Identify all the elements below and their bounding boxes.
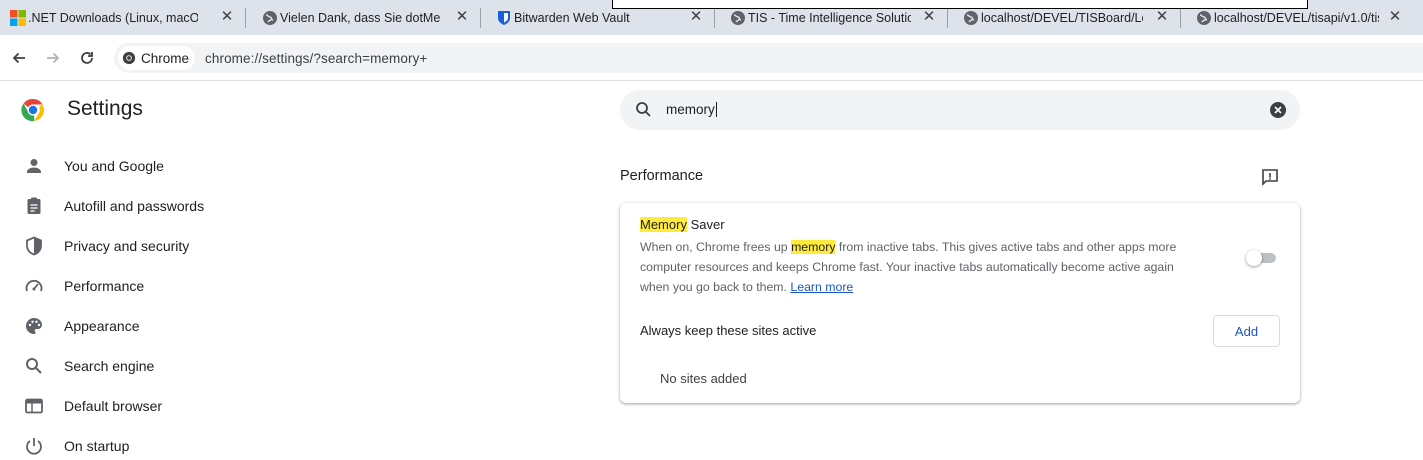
tab-strip: .NET Downloads (Linux, macOS ✕ Vielen Da… [0,0,1423,35]
power-icon [26,438,42,455]
sidebar-item-label: Performance [64,278,145,294]
search-input[interactable]: memory [666,102,717,117]
tab-dotmemory-thanks[interactable]: Vielen Dank, dass Sie dotMemo ✕ [252,0,481,35]
close-icon[interactable]: ✕ [1154,9,1170,25]
tab-title: localhost/DEVEL/tisapi/v1.0/tis [1214,10,1379,25]
search-highlight: memory [791,240,836,254]
window-overlay-edge [612,0,1308,9]
tab-separator [947,8,948,28]
memory-saver-title: Memory Saver [640,217,725,232]
toggle-knob [1246,250,1262,266]
sidebar-item-privacy[interactable]: Privacy and security [0,226,300,266]
globe-icon [1196,10,1212,26]
sidebar-item-appearance[interactable]: Appearance [0,306,300,346]
close-icon[interactable]: ✕ [454,9,470,25]
sidebar-item-label: Autofill and passwords [64,198,205,214]
learn-more-link[interactable]: Learn more [790,280,853,294]
tab-separator [1180,8,1181,28]
add-site-button[interactable]: Add [1213,315,1280,347]
browser-icon [25,398,43,414]
sidebar-item-on-startup[interactable]: On startup [0,426,300,460]
forward-button[interactable] [41,46,65,70]
search-highlight: Memory [640,217,687,232]
tab-title: .NET Downloads (Linux, macOS [28,10,198,25]
bitwarden-icon [496,10,512,26]
globe-icon [963,10,979,26]
chrome-logo-icon [21,98,45,122]
performance-card: Memory Saver When on, Chrome frees up me… [620,203,1300,403]
sidebar-item-performance[interactable]: Performance [0,266,300,306]
tab-title: Bitwarden Web Vault [514,10,630,25]
globe-icon [730,10,746,26]
sidebar-item-label: You and Google [64,158,164,174]
close-icon[interactable]: ✕ [921,9,937,25]
person-icon [27,159,41,173]
sidebar-item-search-engine[interactable]: Search engine [0,346,300,386]
page-title: Settings [67,97,143,120]
settings-search-field[interactable]: memory [620,90,1300,130]
feedback-icon[interactable] [1260,167,1280,187]
search-icon [636,102,651,117]
keep-sites-active-label: Always keep these sites active [640,323,817,338]
close-icon[interactable]: ✕ [219,9,235,25]
memory-saver-toggle[interactable] [1246,250,1278,266]
close-icon[interactable]: ✕ [688,9,704,25]
section-title-performance: Performance [620,168,704,184]
chrome-page-chip[interactable]: Chrome [118,46,196,70]
sidebar-item-label: Appearance [64,318,140,334]
palette-icon [26,318,42,334]
back-button[interactable] [7,46,31,70]
tab-title: Vielen Dank, dass Sie dotMemo [280,10,440,25]
sidebar-item-label: On startup [64,438,130,454]
toolbar: Chrome chrome://settings/?search=memory+ [0,35,1423,81]
tab-separator [714,8,715,28]
arrow-right-icon [47,52,60,64]
shield-icon [26,236,42,256]
reload-icon [81,52,93,64]
clipboard-icon [27,197,41,214]
tab-title: localhost/DEVEL/TISBoard/Leg [981,10,1143,25]
desc-part-1: When on, Chrome frees up [640,240,792,254]
speedometer-icon [25,279,43,292]
sidebar-item-default-browser[interactable]: Default browser [0,386,300,426]
sidebar-item-you-and-google[interactable]: You and Google [0,146,300,186]
tab-separator [245,8,246,28]
reload-button[interactable] [75,46,99,70]
sidebar-item-label: Privacy and security [64,238,190,254]
tab-dotnet-downloads[interactable]: .NET Downloads (Linux, macOS ✕ [0,0,246,35]
memory-saver-description: When on, Chrome frees up memory from ina… [640,237,1200,297]
search-icon [26,358,42,374]
chip-label: Chrome [141,50,190,66]
clear-search-icon[interactable] [1269,101,1287,119]
microsoft-icon [10,10,26,26]
url-text[interactable]: chrome://settings/?search=memory+ [205,51,427,66]
globe-icon [262,10,278,26]
address-bar[interactable]: Chrome chrome://settings/?search=memory+ [114,43,1423,73]
sidebar-item-label: Search engine [64,358,155,374]
sidebar-item-label: Default browser [64,398,163,414]
text-caret [715,102,717,117]
close-icon[interactable]: ✕ [1387,9,1403,25]
no-sites-message: No sites added [660,371,747,386]
tab-title: TIS - Time Intelligence Solution [748,10,911,25]
tab-separator [480,8,481,28]
chrome-icon [122,51,136,65]
memory-saver-title-rest: Saver [686,217,725,232]
sidebar-item-autofill[interactable]: Autofill and passwords [0,186,300,226]
arrow-left-icon [12,52,25,64]
search-query: memory [666,102,715,117]
